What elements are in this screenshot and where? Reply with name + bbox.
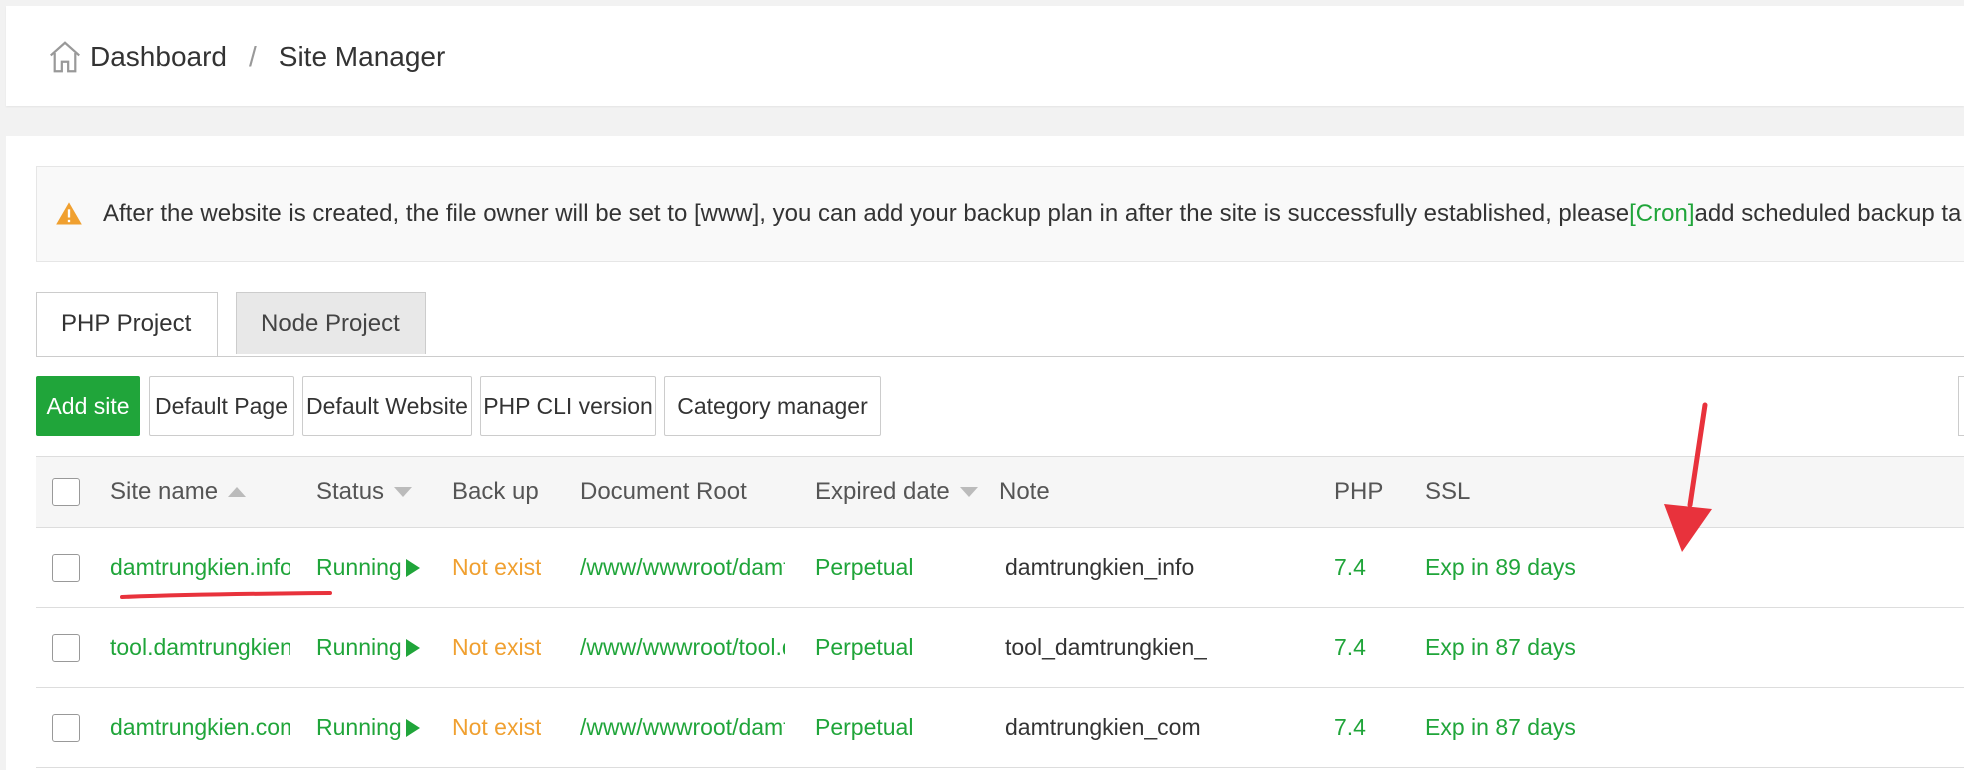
sort-desc-icon (394, 487, 413, 497)
document-root-link[interactable]: /www/wwwroot/damtr… (580, 688, 785, 767)
ssl-status-link[interactable]: Exp in 87 days (1425, 688, 1576, 767)
header-site-name: Site name (110, 478, 219, 505)
cron-link[interactable]: [Cron] (1629, 200, 1694, 228)
php-version-link[interactable]: 7.4 (1334, 688, 1366, 767)
row-checkbox[interactable] (52, 633, 80, 662)
status-label: Running (316, 714, 402, 740)
backup-link[interactable]: Not exist (452, 528, 541, 607)
header-note: Note (999, 478, 1050, 505)
status-toggle[interactable]: Running (316, 528, 420, 607)
php-version-link[interactable]: 7.4 (1334, 608, 1366, 687)
php-version-link[interactable]: 7.4 (1334, 528, 1366, 607)
top-bar: Dashboard / Site Manager (6, 6, 1964, 106)
table-row: damtrungkien.info Running Not exist /www… (36, 528, 1964, 608)
sort-desc-icon (959, 487, 978, 497)
search-input-edge[interactable] (1958, 376, 1964, 436)
project-tabs: PHP Project Node Project (36, 292, 1964, 357)
expired-date-link[interactable]: Perpetual (815, 528, 913, 607)
site-name-link[interactable]: damtrungkien.info (110, 528, 290, 607)
status-label: Running (316, 634, 402, 660)
expired-date-link[interactable]: Perpetual (815, 688, 913, 767)
add-site-button[interactable]: Add site (36, 376, 140, 436)
breadcrumb-home-link[interactable]: Dashboard (90, 41, 227, 73)
alert-text-end: add scheduled backup ta (1694, 200, 1962, 227)
tab-php-project[interactable]: PHP Project (36, 292, 218, 356)
info-alert: After the website is created, the file o… (36, 166, 1964, 262)
row-checkbox-cell (52, 688, 80, 767)
default-website-button[interactable]: Default Website (302, 376, 472, 436)
sort-status[interactable]: Status (316, 457, 413, 527)
home-icon[interactable] (46, 38, 84, 76)
header-document-root: Document Root (580, 478, 747, 505)
backup-link[interactable]: Not exist (452, 688, 541, 767)
table-header: Site name Status Back up Document Root E… (36, 456, 1964, 528)
header-php: PHP (1334, 478, 1384, 505)
sort-site-name[interactable]: Site name (110, 457, 247, 527)
play-icon (405, 558, 420, 577)
sort-asc-icon (228, 487, 247, 497)
backup-link[interactable]: Not exist (452, 608, 541, 687)
document-root-link[interactable]: /www/wwwroot/tool.d… (580, 608, 785, 687)
expired-date-link[interactable]: Perpetual (815, 608, 913, 687)
site-manager-panel: After the website is created, the file o… (6, 136, 1964, 770)
default-page-button[interactable]: Default Page (149, 376, 294, 436)
row-checkbox[interactable] (52, 553, 80, 582)
header-ssl: SSL (1425, 478, 1471, 505)
php-cli-version-button[interactable]: PHP CLI version (480, 376, 656, 436)
document-root-link[interactable]: /www/wwwroot/damtr… (580, 528, 785, 607)
tab-node-project[interactable]: Node Project (236, 292, 426, 354)
status-toggle[interactable]: Running (316, 608, 420, 687)
note-field[interactable]: damtrungkien_com (1005, 688, 1201, 767)
warning-icon (56, 202, 82, 225)
row-checkbox-cell (52, 608, 80, 687)
row-checkbox-cell (52, 528, 80, 607)
select-all-checkbox[interactable] (52, 478, 80, 506)
breadcrumb-current: Site Manager (278, 41, 446, 72)
sort-expired-date[interactable]: Expired date (815, 457, 978, 527)
breadcrumb: Dashboard / Site Manager (46, 38, 445, 76)
table-row: damtrungkien.com Running Not exist /www/… (36, 688, 1964, 768)
header-expired-date: Expired date (815, 478, 950, 505)
category-manager-label: Category manager (677, 393, 868, 419)
header-status: Status (316, 478, 385, 505)
status-toggle[interactable]: Running (316, 688, 420, 767)
row-checkbox[interactable] (52, 713, 80, 742)
play-icon (405, 718, 420, 737)
site-name-link[interactable]: tool.damtrungkien… (110, 608, 290, 687)
table-row: tool.damtrungkien… Running Not exist /ww… (36, 608, 1964, 688)
category-manager-dropdown[interactable]: Category manager (664, 376, 881, 473)
breadcrumb-separator: / (248, 41, 257, 72)
status-label: Running (316, 554, 402, 580)
site-name-link[interactable]: damtrungkien.com (110, 688, 290, 767)
alert-text: After the website is created, the file o… (103, 200, 1630, 227)
ssl-status-link[interactable]: Exp in 87 days (1425, 608, 1576, 687)
select-all-cell (52, 457, 80, 527)
ssl-status-link[interactable]: Exp in 89 days (1425, 528, 1576, 607)
play-icon (405, 638, 420, 657)
note-field[interactable]: tool_damtrungkien_ (1005, 608, 1207, 687)
header-backup: Back up (452, 478, 539, 505)
note-field[interactable]: damtrungkien_info (1005, 528, 1194, 607)
